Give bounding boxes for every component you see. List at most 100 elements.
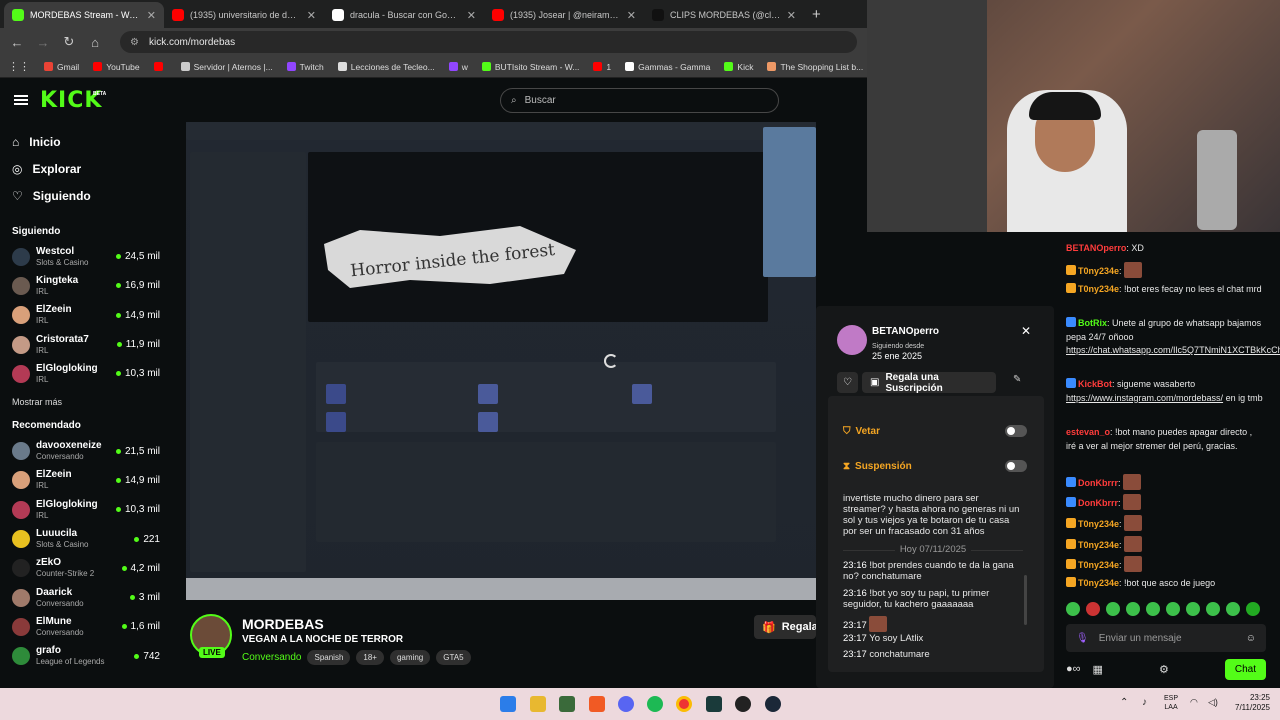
nav-item-explorar[interactable]: ◎ Explorar [0, 155, 172, 182]
points-icon[interactable]: ●∞ [1066, 663, 1081, 675]
input-language[interactable]: ESP LAA [1164, 694, 1178, 712]
show-more-link[interactable]: Mostrar más [0, 388, 172, 416]
bookmark-item[interactable]: YouTube [93, 62, 140, 72]
browser-tab[interactable]: (1935) Josear | @neiramdelbloque ✕ [484, 2, 644, 28]
channel-item[interactable]: davooxeneize Conversando 21,5 mil [0, 436, 172, 465]
address-bar[interactable]: ⚙ kick.com/mordebas [120, 31, 857, 53]
emoji-icon[interactable]: ☺ [1246, 633, 1256, 644]
veto-toggle[interactable] [1005, 425, 1027, 437]
channel-item[interactable]: zEkO Counter-Strike 2 4,2 mil [0, 554, 172, 583]
bookmark-item[interactable]: The Shopping List b... [767, 62, 863, 72]
steam-icon[interactable] [765, 696, 781, 712]
chat-username[interactable]: KickBot [1078, 379, 1112, 389]
emote-icon[interactable] [1166, 602, 1180, 616]
user-card-name[interactable]: BETANOperro [872, 326, 939, 337]
chat-username[interactable]: T0ny234e [1078, 266, 1119, 276]
stream-category[interactable]: Conversando [242, 652, 301, 663]
search-input[interactable]: ⌕ Buscar [500, 88, 779, 113]
chat-link[interactable]: https://www.instagram.com/mordebass/ [1066, 393, 1223, 403]
close-icon[interactable]: ✕ [1021, 324, 1031, 338]
channel-item[interactable]: Luuucila Slots & Casino 221 [0, 524, 172, 553]
mic-icon[interactable]: 🎙 [1076, 633, 1089, 644]
mic-tray-icon[interactable]: ♪ [1142, 697, 1147, 708]
video-player[interactable]: Horror inside the forest [186, 122, 816, 600]
channel-item[interactable]: ElZeein IRL 14,9 mil [0, 301, 172, 330]
tray-chevron-icon[interactable]: ⌃ [1120, 697, 1128, 708]
channel-item[interactable]: Daarick Conversando 3 mil [0, 583, 172, 612]
emote-icon[interactable] [1086, 602, 1100, 616]
channel-item[interactable]: grafo League of Legends 742 [0, 642, 172, 671]
start-icon[interactable] [500, 696, 516, 712]
forward-icon[interactable]: → [36, 35, 50, 50]
nav-item-inicio[interactable]: ⌂ Inicio [0, 128, 172, 155]
reload-icon[interactable]: ↻ [62, 34, 76, 50]
channel-item[interactable]: ElMune Conversando 1,6 mil [0, 612, 172, 641]
bookmark-item[interactable]: Twitch [286, 62, 324, 72]
nav-item-siguiendo[interactable]: ♡ Siguiendo [0, 182, 172, 209]
bookmark-item[interactable]: Kick [724, 62, 753, 72]
bookmark-item[interactable]: Servidor | Aternos |... [180, 62, 273, 72]
stream-tag[interactable]: Spanish [307, 650, 351, 665]
emote-icon[interactable] [1206, 602, 1220, 616]
chat-username[interactable]: BETANOperro [1066, 243, 1126, 253]
quick-emotes[interactable] [1066, 602, 1260, 616]
obs-icon[interactable] [735, 696, 751, 712]
brave-icon[interactable] [589, 696, 605, 712]
clock[interactable]: 23:25 7/11/2025 [1226, 693, 1270, 713]
gift-subscription-button[interactable]: ▣ Regala una Suscripción [862, 372, 996, 394]
settings-icon[interactable]: ⚙ [1159, 663, 1169, 676]
chat-username[interactable]: DonKbrrr [1078, 478, 1118, 488]
emote-icon[interactable] [1186, 602, 1200, 616]
close-tab-icon[interactable]: ✕ [467, 9, 476, 22]
bookmark-item[interactable]: BUTIsito Stream - W... [481, 62, 579, 72]
bookmark-item[interactable]: Gammas - Gamma [625, 62, 710, 72]
emote-icon[interactable] [1246, 602, 1260, 616]
browser-tab[interactable]: dracula - Buscar con Google ✕ [324, 2, 484, 28]
gift-sub-button[interactable]: 🎁 Regala S [754, 615, 816, 639]
discord-icon[interactable] [618, 696, 634, 712]
store-icon[interactable]: ▦ [1093, 663, 1103, 676]
bookmark-item[interactable]: Gmail [44, 62, 79, 72]
wifi-icon[interactable]: ◠ [1190, 697, 1198, 708]
chat-username[interactable]: DonKbrrr [1078, 498, 1118, 508]
browser-tab[interactable]: MORDEBAS Stream - Watch Live ✕ [4, 2, 164, 28]
stream-tag[interactable]: gaming [389, 650, 431, 665]
channel-item[interactable]: Westcol Slots & Casino 24,5 mil [0, 242, 172, 271]
emote-icon[interactable] [1066, 602, 1080, 616]
pin-icon[interactable]: ✎ [1013, 374, 1021, 385]
streamer-name[interactable]: MORDEBAS [242, 616, 324, 632]
close-tab-icon[interactable]: ✕ [787, 9, 796, 22]
close-tab-icon[interactable]: ✕ [307, 9, 316, 22]
browser-tab[interactable]: CLIPS MORDEBAS (@clips.mordebas) ✕ [644, 2, 804, 28]
chat-username[interactable]: T0ny234e [1078, 540, 1119, 550]
bookmark-item[interactable]: Lecciones de Tecleo... [337, 62, 435, 72]
chat-username[interactable]: estevan_o [1066, 427, 1110, 437]
app-icon[interactable] [706, 696, 722, 712]
channel-item[interactable]: Kingteka IRL 16,9 mil [0, 271, 172, 300]
bookmark-item[interactable]: w [448, 62, 468, 72]
browser-tab[interactable]: (1935) universitario de deportes ✕ [164, 2, 324, 28]
emote-icon[interactable] [1126, 602, 1140, 616]
chat-input[interactable]: 🎙 Enviar un mensaje ☺ [1066, 624, 1266, 652]
back-icon[interactable]: ← [10, 35, 24, 50]
channel-item[interactable]: ElZeein IRL 14,9 mil [0, 466, 172, 495]
close-tab-icon[interactable]: ✕ [147, 9, 156, 22]
follow-heart-button[interactable]: ♡ [837, 372, 858, 393]
emote-icon[interactable] [1146, 602, 1160, 616]
apps-icon[interactable]: ⋮⋮ [8, 60, 30, 73]
file-explorer-icon[interactable] [530, 696, 546, 712]
channel-item[interactable]: ElGlogloking IRL 10,3 mil [0, 359, 172, 388]
home-icon[interactable]: ⌂ [88, 35, 102, 50]
bookmark-item[interactable] [153, 62, 167, 71]
chat-link[interactable]: https://chat.whatsapp.com/Ilc5Q7TNmiN1XC… [1066, 345, 1280, 355]
suspension-toggle[interactable] [1005, 460, 1027, 472]
chat-username[interactable]: BotRix [1078, 318, 1107, 328]
menu-icon[interactable] [14, 95, 28, 105]
chat-username[interactable]: T0ny234e [1078, 578, 1119, 588]
stream-tag[interactable]: 18+ [356, 650, 384, 665]
emote-icon[interactable] [1226, 602, 1240, 616]
volume-icon[interactable]: ◁) [1208, 697, 1218, 708]
chat-username[interactable]: T0ny234e [1078, 560, 1119, 570]
chat-username[interactable]: T0ny234e [1078, 519, 1119, 529]
emote-icon[interactable] [1106, 602, 1120, 616]
